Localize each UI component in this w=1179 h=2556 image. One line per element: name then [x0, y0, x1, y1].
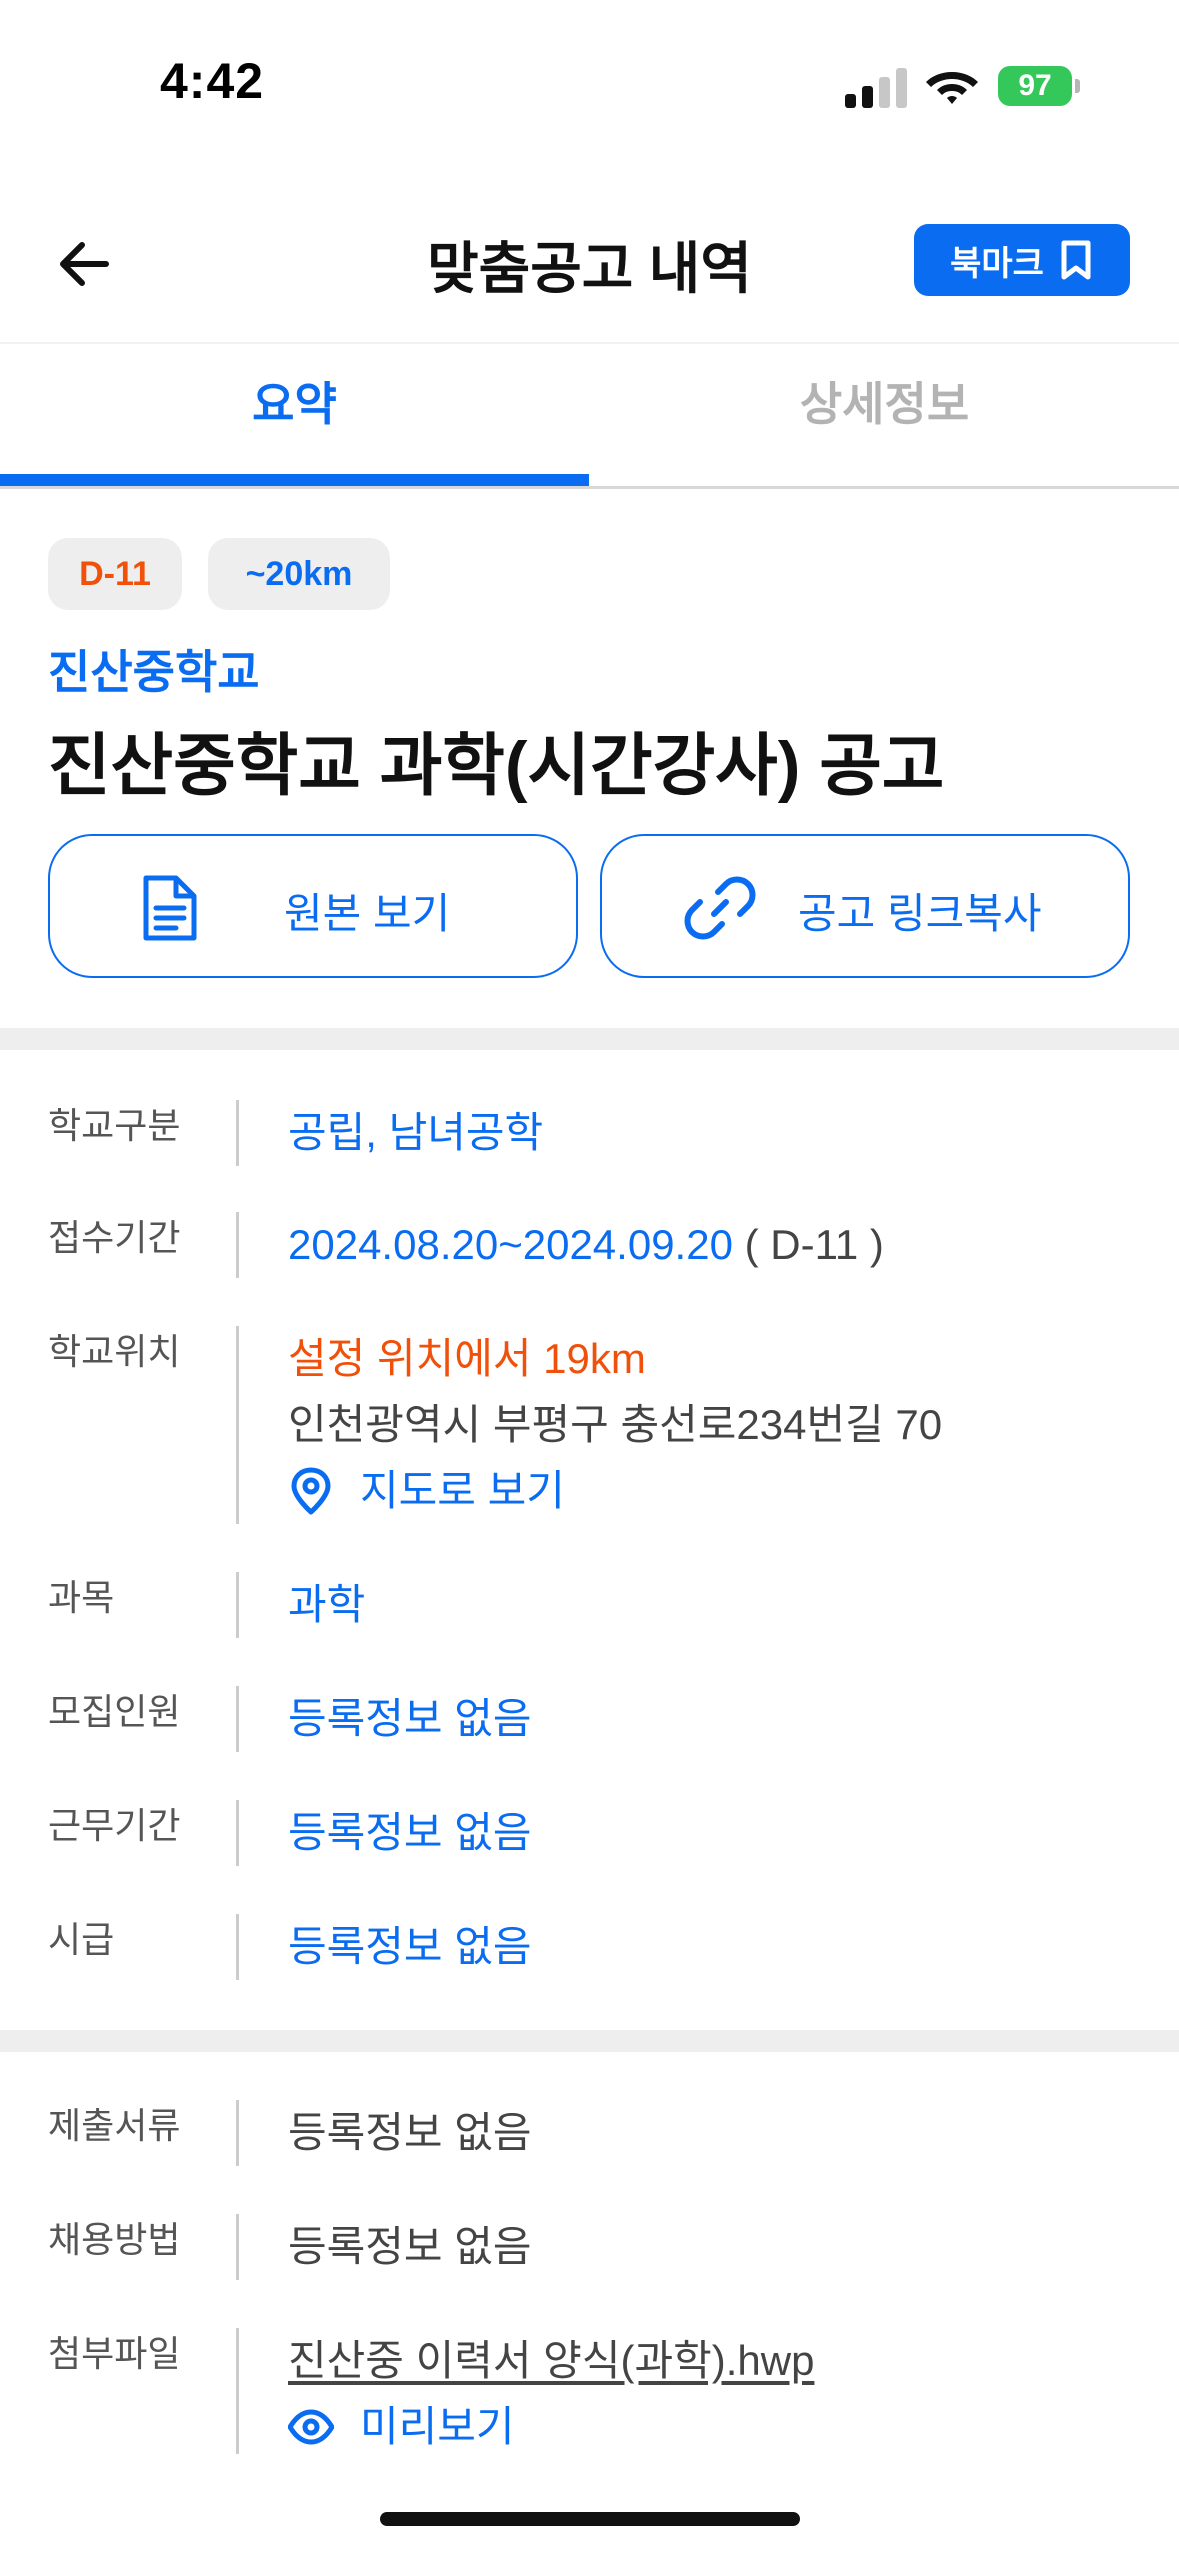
header: 맞춤공고 내역 북마크 [0, 200, 1179, 344]
info-value: 등록정보 없음 [288, 1695, 532, 1742]
bookmark-label: 북마크 [950, 244, 1044, 283]
signal-icon [845, 68, 907, 108]
info-divider [236, 1326, 239, 1524]
dday-badge: D-11 [48, 538, 182, 610]
battery-cap [1075, 79, 1080, 93]
period-dates: 2024.08.20~2024.09.20 [288, 1221, 733, 1268]
job-title: 진산중학교 과학(시간강사) 공고 [48, 728, 945, 804]
info-value: 등록정보 없음 [288, 1923, 532, 1970]
info-label: 시급 [48, 1919, 115, 1960]
wifi-icon [926, 72, 978, 104]
info-label: 채용방법 [48, 2219, 181, 2260]
location-distance: 설정 위치에서 19km [288, 1335, 646, 1382]
info-label: 첨부파일 [48, 2333, 181, 2374]
map-link[interactable]: 지도로 보기 [288, 1458, 942, 1524]
info-label: 접수기간 [48, 1217, 181, 1258]
info-value: 과학 [288, 1581, 366, 1628]
attachment-file-link[interactable]: 진산중 이력서 양식(과학).hwp [288, 2328, 814, 2394]
section-separator [0, 1028, 1179, 1050]
info-label: 제출서류 [48, 2105, 181, 2146]
period-dday: ( D-11 ) [732, 1221, 884, 1268]
home-indicator[interactable] [380, 2512, 800, 2526]
info-value: 진산중 이력서 양식(과학).hwp 미리보기 [288, 2328, 814, 2460]
location-address: 인천광역시 부평구 충선로234번길 70 [288, 1401, 943, 1448]
status-time: 4:42 [160, 53, 265, 109]
info-label: 과목 [48, 1577, 115, 1618]
info-value: 공립, 남녀공학 [288, 1109, 544, 1156]
battery-level: 97 [998, 66, 1072, 106]
info-divider [236, 1686, 239, 1752]
info-label: 학교구분 [48, 1105, 181, 1146]
info-value: 설정 위치에서 19km 인천광역시 부평구 충선로234번길 70 지도로 보… [288, 1326, 942, 1524]
preview-link[interactable]: 미리보기 [288, 2394, 814, 2460]
document-icon [143, 875, 197, 941]
info-divider [236, 1800, 239, 1866]
info-divider [236, 2214, 239, 2280]
info-divider [236, 1212, 239, 1278]
tab-detail[interactable]: 상세정보 [590, 344, 1179, 484]
battery-indicator: 97 [998, 66, 1080, 106]
view-original-button[interactable]: 원본 보기 [48, 834, 578, 978]
tab-bar: 요약 상세정보 [0, 344, 1179, 489]
back-arrow-icon[interactable] [50, 230, 118, 298]
bookmark-icon [1061, 240, 1091, 280]
info-label: 근무기간 [48, 1805, 181, 1846]
info-value: 2024.08.20~2024.09.20 ( D-11 ) [288, 1212, 884, 1278]
info-divider [236, 1572, 239, 1638]
info-label: 학교위치 [48, 1331, 181, 1372]
link-icon [684, 876, 756, 940]
copy-link-label: 공고 링크복사 [798, 890, 1042, 937]
status-bar: 4:42 97 [0, 0, 1179, 180]
preview-label: 미리보기 [360, 2403, 515, 2450]
info-value: 등록정보 없음 [288, 2223, 532, 2270]
map-link-label: 지도로 보기 [360, 1467, 565, 1514]
school-name: 진산중학교 [48, 646, 260, 698]
bookmark-button[interactable]: 북마크 [914, 224, 1130, 296]
distance-badge: ~20km [208, 538, 390, 610]
eye-icon [288, 2409, 334, 2445]
location-pin-icon [291, 1467, 331, 1515]
info-label: 모집인원 [48, 1691, 181, 1732]
tab-summary[interactable]: 요약 [0, 344, 589, 484]
info-divider [236, 1914, 239, 1980]
view-original-label: 원본 보기 [284, 890, 451, 937]
info-value: 등록정보 없음 [288, 2109, 532, 2156]
copy-link-button[interactable]: 공고 링크복사 [600, 834, 1130, 978]
info-divider [236, 2328, 239, 2454]
tab-active-indicator [0, 474, 589, 486]
section-separator [0, 2030, 1179, 2052]
info-divider [236, 1100, 239, 1166]
tab-divider [0, 486, 1179, 489]
info-divider [236, 2100, 239, 2166]
info-value: 등록정보 없음 [288, 1809, 532, 1856]
